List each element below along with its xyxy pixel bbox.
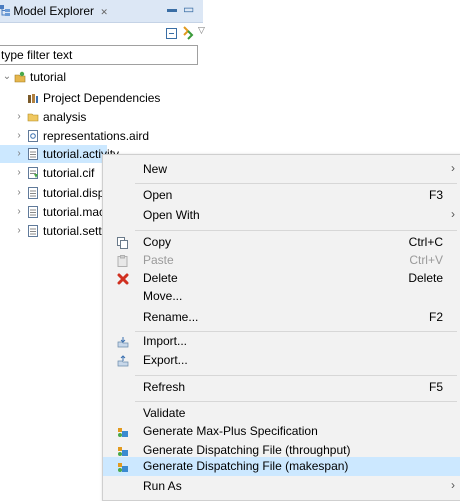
menu-item-generate-makespan[interactable]: Generate Dispatching File (makespan) — [103, 457, 460, 476]
collapse-chevron-icon[interactable]: › — [14, 164, 24, 182]
generate-icon — [118, 428, 128, 437]
delete-icon — [117, 273, 129, 285]
shortcut-label: F2 — [428, 310, 443, 324]
model-explorer-icon — [0, 5, 10, 16]
menu-separator — [135, 183, 457, 184]
tree-label: tutorial.cif — [43, 166, 95, 180]
collapse-chevron-icon[interactable]: › — [14, 145, 24, 163]
tree-label: tutorial.settir — [43, 224, 109, 238]
file-icon — [28, 187, 38, 199]
collapse-chevron-icon[interactable]: › — [14, 184, 24, 202]
shortcut-label: Delete — [408, 271, 443, 285]
shortcut-label: F5 — [428, 380, 443, 394]
menu-separator — [135, 375, 457, 376]
shortcut-label: Ctrl+V — [409, 253, 443, 267]
close-tab-icon[interactable]: ✕ — [100, 7, 108, 17]
context-menu: New › Open F3 Open With › Copy Ctrl+C Pa… — [102, 154, 460, 501]
view-title-area: Model Explorer ✕ — [0, 4, 108, 18]
import-icon — [117, 337, 129, 348]
file-icon — [28, 206, 38, 218]
collapse-chevron-icon[interactable]: › — [14, 203, 24, 221]
view-title: Model Explorer — [13, 4, 95, 18]
generate-icon — [118, 463, 128, 472]
copy-icon — [117, 237, 128, 249]
tree-label: Project Dependencies — [43, 91, 161, 105]
shortcut-label: Ctrl+C — [408, 235, 443, 249]
expand-chevron-icon[interactable]: ⌄ — [2, 68, 12, 86]
menu-item-open[interactable]: Open F3 — [103, 185, 460, 207]
generate-icon — [118, 447, 128, 456]
submenu-arrow-icon: › — [451, 207, 455, 221]
collapse-chevron-icon[interactable]: › — [14, 108, 24, 126]
submenu-arrow-icon: › — [451, 161, 455, 175]
menu-separator — [135, 230, 457, 231]
tree-label: representations.aird — [43, 129, 150, 143]
view-menu-chevron-icon[interactable]: ▽ — [198, 25, 205, 36]
tree-item-tutorial-settir[interactable]: › tutorial.settir — [0, 222, 108, 240]
paste-icon — [117, 255, 128, 267]
collapse-chevron-icon[interactable]: › — [14, 222, 24, 240]
tree-label: tutorial — [30, 70, 67, 84]
tree-label: tutorial.dispa — [43, 186, 112, 200]
menu-separator — [135, 401, 457, 402]
tree-label: analysis — [43, 110, 87, 124]
tree-item-analysis[interactable]: › analysis — [0, 108, 200, 126]
folder-icon — [27, 113, 39, 122]
aird-file-icon — [28, 130, 38, 142]
filter-input[interactable]: type filter text — [0, 45, 198, 65]
menu-item-new[interactable]: New › — [103, 159, 460, 181]
tree-item-representations[interactable]: › representations.aird — [0, 127, 200, 145]
collapse-all-icon[interactable] — [166, 28, 177, 39]
activity-file-icon — [28, 148, 38, 160]
tree-item-tutorial-activity[interactable]: › tutorial.activity — [0, 145, 119, 163]
tree-item-tutorial-cif[interactable]: › tutorial.cif — [0, 164, 100, 182]
menu-item-move[interactable]: Move... — [103, 286, 460, 308]
tree-item-tutorial-mach[interactable]: › tutorial.mach — [0, 203, 111, 221]
cif-file-icon — [28, 167, 38, 179]
menu-item-run-as[interactable]: Run As › — [103, 476, 460, 498]
link-with-editor-icon[interactable] — [181, 26, 194, 40]
menu-item-export[interactable]: Export... — [103, 350, 460, 372]
menu-item-refresh[interactable]: Refresh F5 — [103, 377, 460, 399]
view-toolbar: ▽ — [0, 22, 205, 44]
collapse-chevron-icon[interactable]: › — [14, 127, 24, 145]
project-icon — [14, 71, 26, 83]
model-explorer-tab[interactable]: Model Explorer ✕ ▬ ▭ — [0, 0, 203, 23]
file-icon — [28, 225, 38, 237]
menu-item-open-with[interactable]: Open With › — [103, 205, 460, 227]
library-icon — [28, 94, 38, 103]
tree-item-tutorial-dispa[interactable]: › tutorial.dispa — [0, 184, 111, 202]
minimize-icon[interactable]: ▬ — [167, 4, 177, 15]
submenu-arrow-icon: › — [451, 478, 455, 492]
menu-item-rename[interactable]: Rename... F2 — [103, 307, 460, 329]
maximize-icon[interactable]: ▭ — [183, 2, 194, 16]
shortcut-label: F3 — [428, 188, 443, 202]
export-icon — [117, 355, 129, 367]
tree-item-tutorial[interactable]: ⌄ tutorial — [0, 68, 200, 86]
tree-item-project-dependencies[interactable]: Project Dependencies — [0, 89, 200, 107]
